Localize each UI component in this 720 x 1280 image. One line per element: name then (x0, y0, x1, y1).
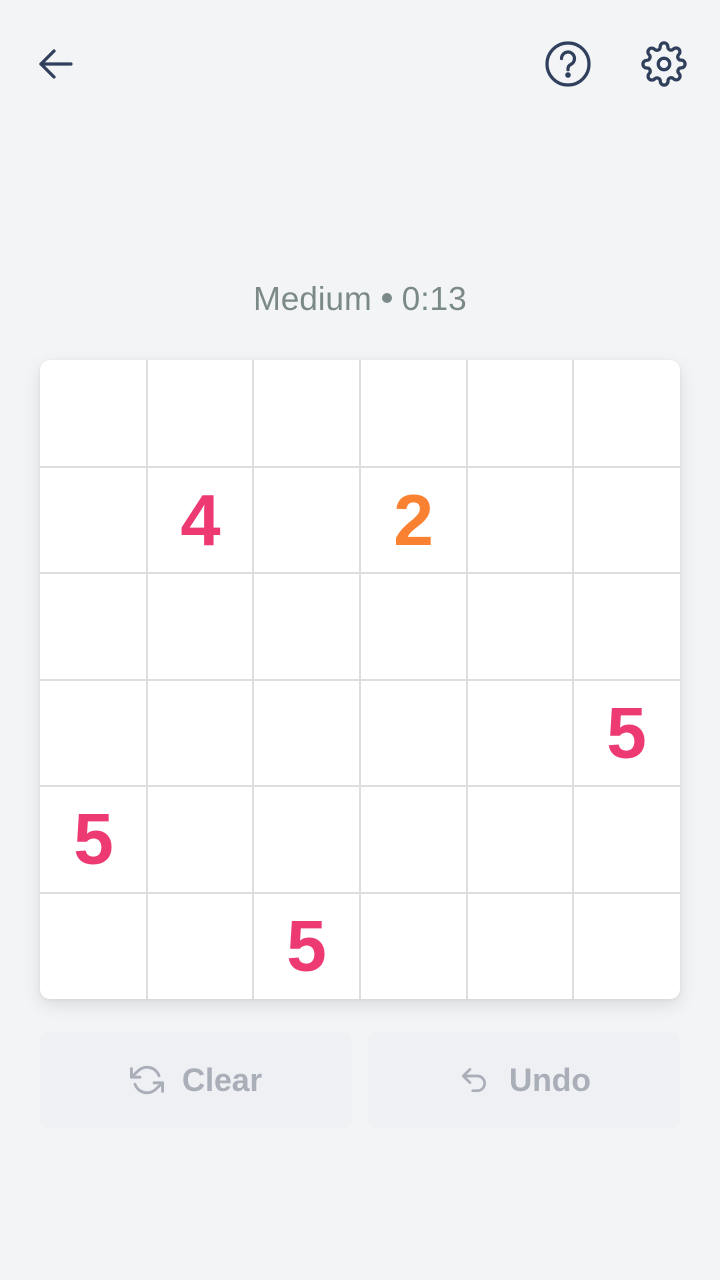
clear-button[interactable]: Clear (40, 1032, 352, 1128)
board-cell[interactable] (253, 360, 360, 467)
board-cell[interactable] (573, 573, 680, 680)
timer: 0:13 (401, 280, 467, 317)
board-cell[interactable] (467, 786, 574, 893)
separator-dot (381, 293, 392, 304)
board-cell[interactable] (40, 893, 147, 999)
board-cell[interactable] (467, 573, 574, 680)
board-cell[interactable] (253, 786, 360, 893)
board-cell[interactable] (253, 467, 360, 574)
board-cell[interactable] (40, 360, 147, 467)
board-cell[interactable] (40, 680, 147, 787)
board-cell[interactable] (467, 467, 574, 574)
board-cell[interactable] (147, 680, 254, 787)
board-cell[interactable]: 4 (147, 467, 254, 574)
board-cell[interactable] (360, 786, 467, 893)
board-cell[interactable] (360, 573, 467, 680)
arrow-left-icon (36, 44, 76, 84)
board-cell[interactable] (573, 786, 680, 893)
board-cell[interactable] (253, 680, 360, 787)
settings-button[interactable] (632, 32, 696, 96)
board-cell[interactable]: 5 (573, 680, 680, 787)
refresh-icon (129, 1063, 164, 1097)
board-cell[interactable]: 5 (253, 893, 360, 999)
difficulty-label: Medium (253, 280, 372, 317)
undo-label: Undo (509, 1061, 591, 1098)
undo-button[interactable]: Undo (368, 1032, 680, 1128)
board-cell[interactable] (40, 467, 147, 574)
board-cell[interactable] (147, 893, 254, 999)
board-cell[interactable] (467, 680, 574, 787)
undo-arrow-icon (457, 1063, 491, 1097)
board-cell[interactable] (467, 893, 574, 999)
board-cell[interactable] (573, 360, 680, 467)
board-cell[interactable] (147, 573, 254, 680)
board-cell[interactable] (147, 786, 254, 893)
game-status: Medium 0:13 (0, 280, 720, 318)
clear-label: Clear (181, 1061, 263, 1098)
question-circle-icon (544, 40, 592, 88)
board-cell[interactable] (360, 893, 467, 999)
board-cell[interactable] (467, 360, 574, 467)
board-cell[interactable] (253, 573, 360, 680)
board-cell[interactable] (573, 893, 680, 999)
puzzle-board: 42555 (40, 360, 680, 999)
board-cell[interactable]: 5 (40, 786, 147, 893)
board-cell[interactable] (573, 467, 680, 574)
board-cell[interactable] (360, 360, 467, 467)
gear-icon (641, 41, 687, 87)
board-cell[interactable] (360, 680, 467, 787)
board-cell[interactable] (40, 573, 147, 680)
help-button[interactable] (536, 32, 600, 96)
board-cell[interactable] (147, 360, 254, 467)
board-cell[interactable]: 2 (360, 467, 467, 574)
back-button[interactable] (24, 32, 88, 96)
